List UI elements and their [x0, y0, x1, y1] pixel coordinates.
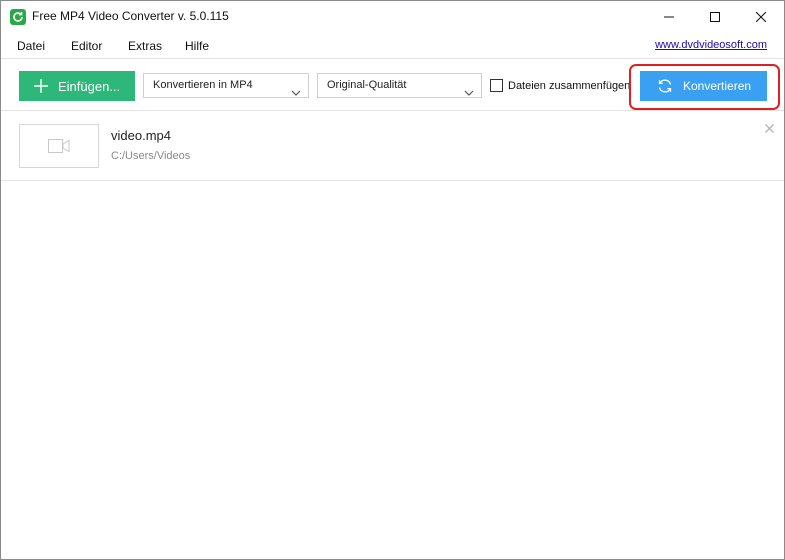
file-list-item[interactable]: video.mp4 C:/Users/Videos [1, 112, 784, 181]
maximize-icon [710, 12, 720, 22]
format-select[interactable]: Konvertieren in MP4 [143, 73, 309, 98]
refresh-icon [10, 9, 26, 25]
menu-item-datei[interactable]: Datei [17, 39, 45, 53]
file-path: C:/Users/Videos [111, 150, 191, 162]
menu-bar: Datei Editor Extras Hilfe www.dvdvideoso… [1, 34, 784, 58]
merge-files-option[interactable]: Dateien zusammenfügen [490, 79, 630, 92]
add-files-button[interactable]: Einfügen... [19, 71, 135, 101]
website-link[interactable]: www.dvdvideosoft.com [655, 39, 767, 51]
file-name: video.mp4 [111, 128, 171, 143]
maximize-button[interactable] [692, 1, 738, 33]
add-files-label: Einfügen... [58, 78, 121, 94]
video-thumbnail [19, 124, 99, 168]
minimize-icon [664, 16, 674, 18]
chevron-down-icon [291, 82, 301, 105]
close-icon [756, 12, 766, 22]
merge-files-checkbox[interactable] [490, 79, 503, 92]
video-camera-icon [48, 139, 70, 153]
convert-button[interactable]: Konvertieren [640, 71, 767, 101]
refresh-icon [657, 78, 673, 94]
menu-item-editor[interactable]: Editor [71, 39, 102, 53]
minimize-button[interactable] [646, 1, 692, 33]
quality-select[interactable]: Original-Qualität [317, 73, 482, 98]
quality-select-value: Original-Qualität [327, 79, 407, 91]
menu-item-extras[interactable]: Extras [128, 39, 162, 53]
plus-icon [34, 79, 48, 93]
menu-item-hilfe[interactable]: Hilfe [185, 39, 209, 53]
close-icon [764, 123, 774, 133]
format-select-value: Konvertieren in MP4 [153, 79, 253, 91]
window-title: Free MP4 Video Converter v. 5.0.115 [32, 9, 229, 23]
toolbar: Einfügen... Konvertieren in MP4 Original… [1, 58, 784, 111]
close-button[interactable] [738, 1, 784, 33]
app-window: Free MP4 Video Converter v. 5.0.115 Date… [0, 0, 785, 560]
chevron-down-icon [464, 82, 474, 105]
convert-label: Konvertieren [683, 79, 752, 93]
title-bar: Free MP4 Video Converter v. 5.0.115 [1, 1, 784, 33]
remove-file-button[interactable] [762, 121, 776, 135]
merge-files-label: Dateien zusammenfügen [508, 79, 631, 92]
